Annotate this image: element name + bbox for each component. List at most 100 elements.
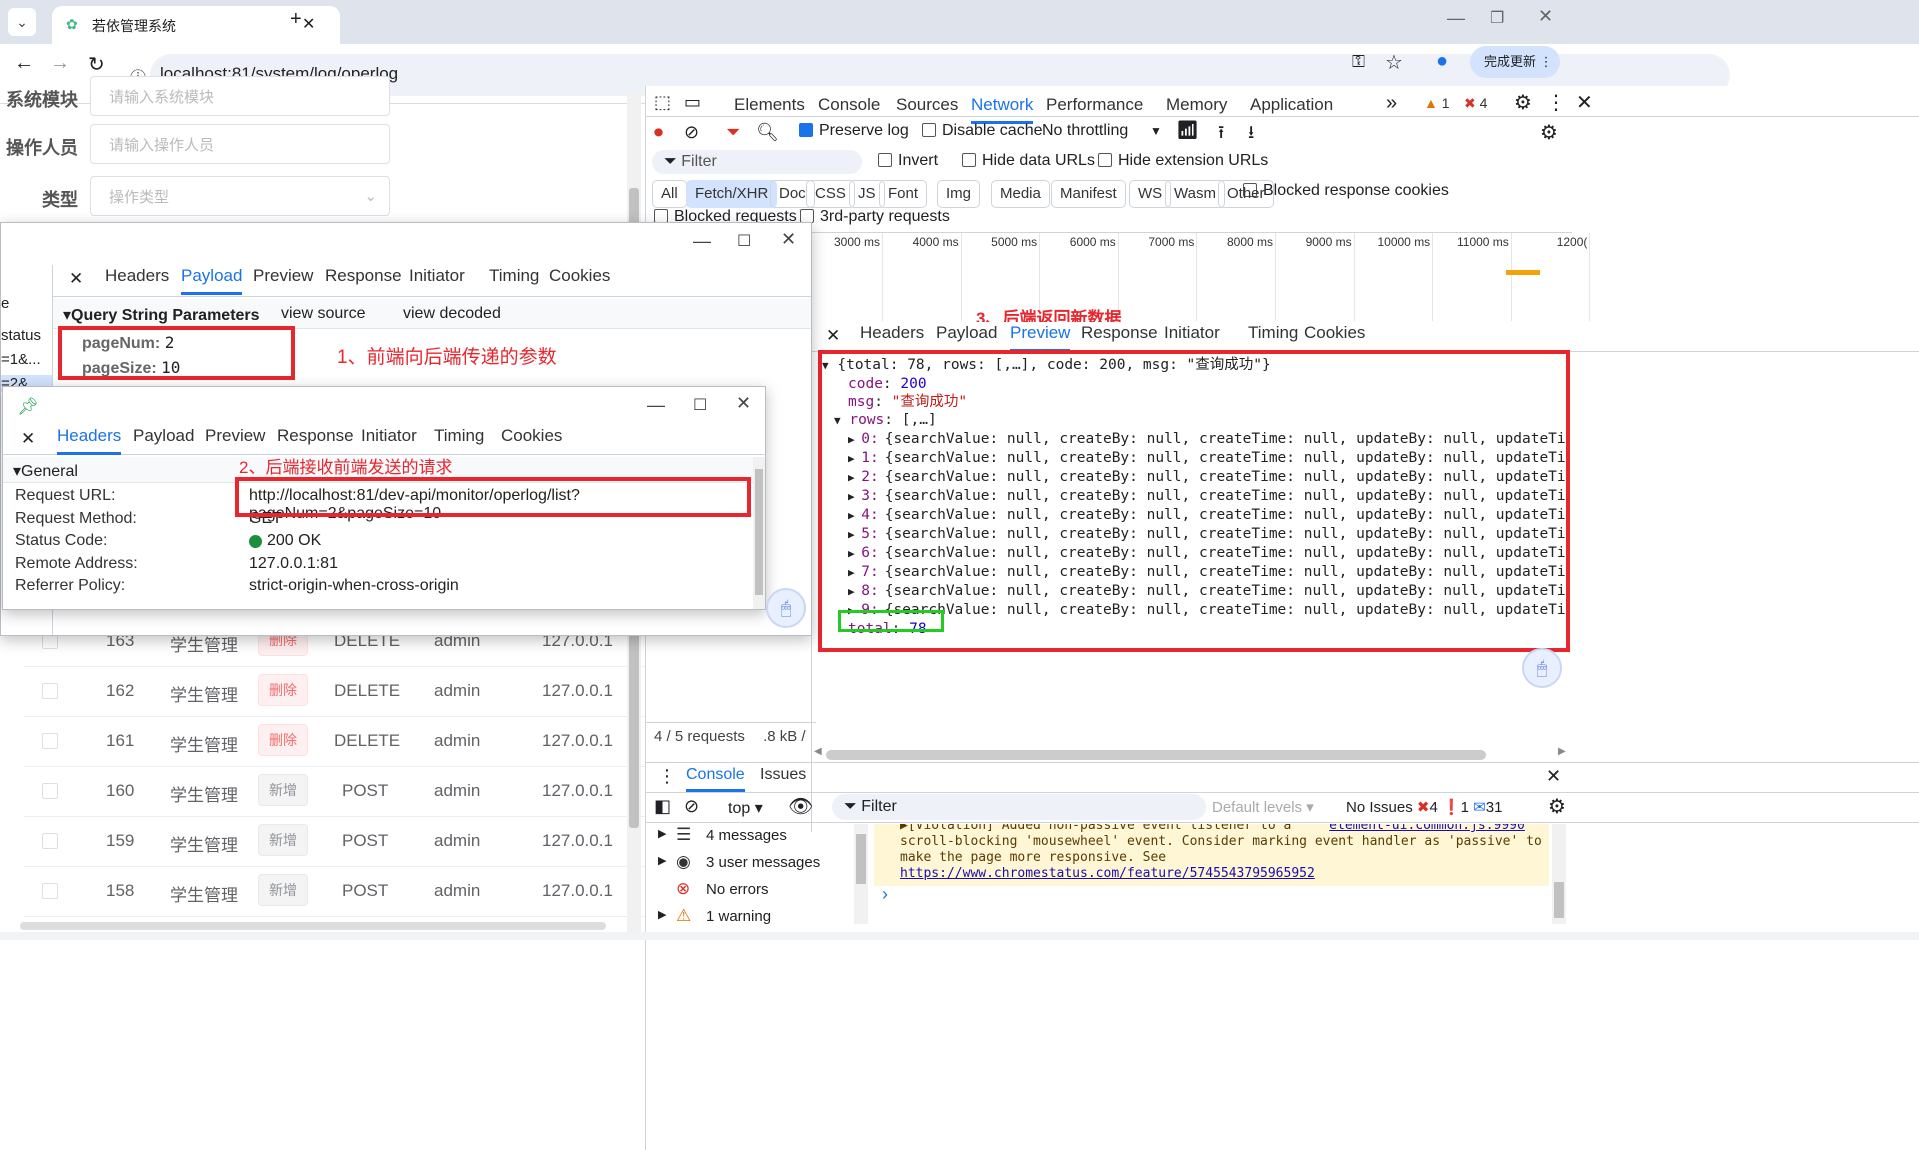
issues-counter[interactable]: No Issues ✖4 ❗1 ✉31 <box>1346 798 1502 816</box>
expand-row-icon[interactable]: ▶ <box>848 452 861 465</box>
update-button[interactable]: 完成更新 ⋮ <box>1470 46 1560 78</box>
record-stop-icon[interactable]: ⏺ <box>654 122 663 143</box>
clear-console-icon[interactable]: ⊘ <box>684 796 699 817</box>
menu-kebab-icon[interactable]: ⋮ <box>1540 54 1553 69</box>
third-party-check[interactable] <box>800 209 814 223</box>
filter-chip-media[interactable]: Media <box>991 180 1050 208</box>
json-rows-row[interactable]: ▼ rows: [,…] <box>822 411 1566 430</box>
hide-extension-urls-check[interactable] <box>1098 153 1112 167</box>
payload-close-detail-icon[interactable]: ✕ <box>69 269 83 289</box>
password-key-icon[interactable]: ⚿ <box>1352 52 1365 72</box>
tab-performance[interactable]: Performance <box>1046 86 1143 124</box>
preserve-log-checkbox[interactable]: Preserve log <box>799 122 909 140</box>
close-detail-icon[interactable]: ✕ <box>826 326 840 346</box>
headers-window-maximize-icon[interactable]: ☐ <box>693 395 707 415</box>
preserve-log-check[interactable] <box>799 123 813 137</box>
filter-chip-manifest[interactable]: Manifest <box>1051 180 1126 208</box>
minimize-window-icon[interactable]: — <box>1447 8 1465 29</box>
json-row-item[interactable]: ▶ 3: {searchValue: null, createBy: null, … <box>822 487 1566 506</box>
expand-group-icon[interactable]: ▶ <box>658 827 666 840</box>
payload-tab-payload[interactable]: Payload <box>181 261 243 295</box>
table-horizontal-scrollbar[interactable] <box>20 922 606 930</box>
throttling-select[interactable]: No throttling <box>1042 122 1128 140</box>
json-preview-tree[interactable]: ▼ {total: 78, rows: [,…], code: 200, msg… <box>822 356 1566 648</box>
blocked-cookies-checkbox[interactable]: Blocked response cookies <box>1243 182 1449 200</box>
network-filter-input[interactable]: ⏷ Filter <box>652 150 862 174</box>
expand-row-icon[interactable]: ▶ <box>848 585 861 598</box>
request-row-fragment[interactable]: e <box>1 295 9 312</box>
filter-chip-css[interactable]: CSS <box>806 180 855 208</box>
chromestatus-link[interactable]: https://www.chromestatus.com/feature/574… <box>900 866 1523 882</box>
more-tabs-icon[interactable]: » <box>1386 92 1397 115</box>
payload-window-maximize-icon[interactable]: ☐ <box>737 231 751 251</box>
bookmark-star-icon[interactable]: ☆ <box>1385 50 1403 75</box>
payload-tab-preview[interactable]: Preview <box>253 261 313 295</box>
filter-chip-font[interactable]: Font <box>879 180 928 208</box>
floating-assistant-icon-2[interactable]: 🖱︎ <box>766 588 806 628</box>
devtools-menu-icon[interactable]: ⋮ <box>1546 90 1566 115</box>
expand-row-icon[interactable]: ▶ <box>848 528 861 541</box>
tab-console[interactable]: Console <box>686 762 745 792</box>
expand-row-icon[interactable]: ▶ <box>848 566 861 579</box>
console-sidebar-scroll-thumb[interactable] <box>856 834 866 884</box>
preview-horizontal-scrollbar[interactable] <box>826 750 1486 760</box>
tab-memory[interactable]: Memory <box>1166 86 1227 124</box>
close-devtools-icon[interactable]: ✕ <box>1576 90 1593 115</box>
headers-scrollbar[interactable] <box>753 457 765 609</box>
json-row-item[interactable]: ▶ 0: {searchValue: null, createBy: null, … <box>822 430 1566 449</box>
headers-window-close-icon[interactable]: ✕ <box>736 393 751 414</box>
scroll-left-icon[interactable]: ◀ <box>814 746 822 757</box>
payload-tab-timing[interactable]: Timing <box>489 261 539 295</box>
expand-root-icon[interactable]: ▼ <box>822 359 829 372</box>
row-checkbox[interactable] <box>42 883 58 899</box>
import-har-icon[interactable]: ⭱ <box>1218 120 1224 150</box>
warning-badge[interactable]: ▲ 1 <box>1424 95 1450 111</box>
hide-extension-urls-checkbox[interactable]: Hide extension URLs <box>1098 152 1268 170</box>
payload-tab-initiator[interactable]: Initiator <box>409 261 465 295</box>
preview-tab-preview[interactable]: Preview <box>1010 318 1071 352</box>
console-sidebar-item[interactable]: ▶ ☰ 4 messages <box>646 823 852 850</box>
expand-row-icon[interactable]: ▶ <box>848 433 861 446</box>
drawer-menu-icon[interactable]: ⋮ <box>658 766 676 787</box>
expand-row-icon[interactable]: ▶ <box>848 509 861 522</box>
tab-issues[interactable]: Issues <box>760 762 806 792</box>
context-select[interactable]: top ▾ <box>728 798 763 818</box>
view-source-link[interactable]: view source <box>281 305 365 323</box>
general-title[interactable]: ▾General <box>13 461 78 481</box>
headers-scroll-thumb[interactable] <box>755 469 763 595</box>
expand-row-icon[interactable]: ▶ <box>848 471 861 484</box>
restore-window-icon[interactable]: ❐ <box>1490 8 1504 28</box>
row-checkbox[interactable] <box>42 783 58 799</box>
headers-tab-response[interactable]: Response <box>277 421 354 455</box>
blocked-requests-check[interactable] <box>654 209 668 223</box>
json-row-item[interactable]: ▶ 6: {searchValue: null, createBy: null, … <box>822 544 1566 563</box>
filter-chip-all[interactable]: All <box>652 180 687 208</box>
scroll-right-icon[interactable]: ▶ <box>1558 746 1566 757</box>
query-string-section-header[interactable]: ▾Query String Parameters view source vie… <box>53 299 811 329</box>
disable-cache-check[interactable] <box>922 123 936 137</box>
invert-checkbox[interactable]: Invert <box>878 152 938 170</box>
json-row-item[interactable]: ▶ 8: {searchValue: null, createBy: null, … <box>822 582 1566 601</box>
console-sidebar-icon[interactable]: ◧ <box>654 796 671 817</box>
console-filter-input[interactable]: ⏷ Filter <box>832 794 1206 820</box>
headers-window-minimize-icon[interactable]: — <box>647 395 665 416</box>
filter-chip-fetch-xhr[interactable]: Fetch/XHR <box>686 180 778 208</box>
request-row-fragment[interactable]: =1&... <box>1 351 41 368</box>
expand-rows-icon[interactable]: ▼ <box>834 414 841 427</box>
headers-tab-initiator[interactable]: Initiator <box>361 421 417 455</box>
console-scroll-thumb[interactable] <box>1554 882 1564 918</box>
query-string-title[interactable]: ▾Query String Parameters <box>63 305 260 325</box>
expand-group-icon[interactable]: ▶ <box>658 908 666 921</box>
clear-log-icon[interactable]: ⊘ <box>684 122 699 143</box>
json-row-item[interactable]: ▶ 4: {searchValue: null, createBy: null, … <box>822 506 1566 525</box>
network-settings-icon[interactable]: ⚙ <box>1540 120 1558 145</box>
close-window-icon[interactable]: ✕ <box>1538 6 1553 27</box>
headers-tab-payload[interactable]: Payload <box>133 421 194 455</box>
network-conditions-icon[interactable]: 📶︎ <box>1176 120 1199 141</box>
view-decoded-link[interactable]: view decoded <box>403 305 501 323</box>
console-settings-icon[interactable]: ⚙ <box>1548 794 1566 819</box>
expand-row-icon[interactable]: ▶ <box>848 547 861 560</box>
preview-tab-response[interactable]: Response <box>1081 318 1158 352</box>
tab-search-chevron-icon[interactable]: ⌄ <box>8 8 36 36</box>
reload-icon[interactable]: ↻ <box>88 52 105 77</box>
